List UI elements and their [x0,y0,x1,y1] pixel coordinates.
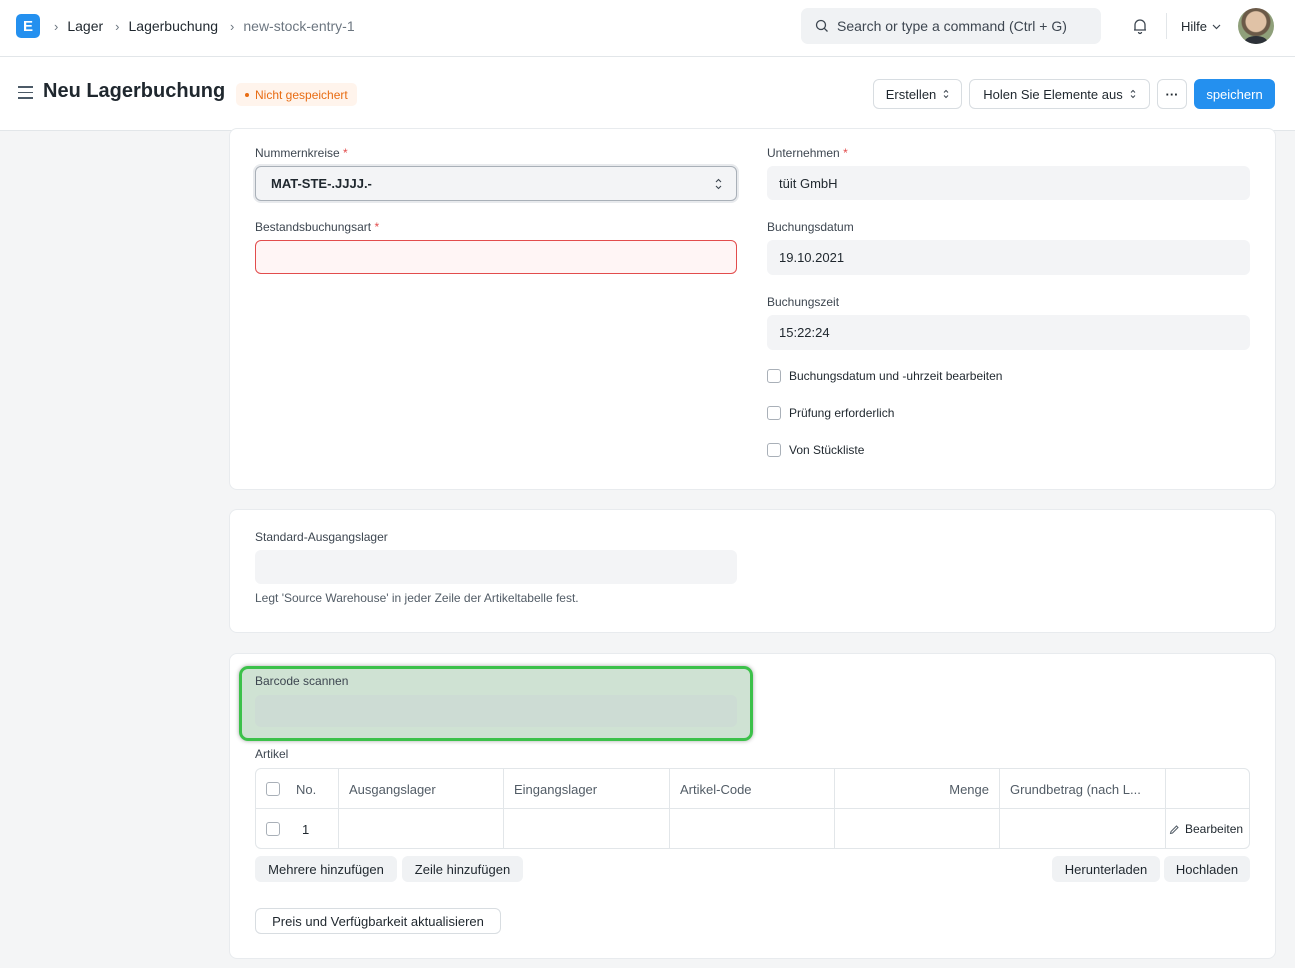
posting-date-input[interactable]: 19.10.2021 [767,240,1250,275]
column-no: No. [286,769,339,809]
row-edit-button[interactable]: Bearbeiten [1169,822,1243,836]
row-source-warehouse[interactable] [339,809,504,849]
breadcrumb-current: new-stock-entry-1 [243,18,355,34]
get-items-label: Holen Sie Elemente aus [983,86,1123,102]
company-label: Unternehmen * [767,146,848,160]
edit-label: Bearbeiten [1185,822,1244,836]
chevron-right-icon: › [54,18,59,34]
page-title: Neu Lagerbuchung [43,80,226,102]
breadcrumb: › Lager › Lagerbuchung › new-stock-entry… [52,18,365,34]
breadcrumb-lager[interactable]: Lager [67,18,103,34]
checkbox-label: Buchungsdatum und -uhrzeit bearbeiten [789,369,1003,383]
user-avatar[interactable] [1238,8,1274,44]
table-header: No. Ausgangslager Eingangslager Artikel-… [256,769,1249,809]
row-basic-rate[interactable] [1000,809,1166,849]
breadcrumb-lagerbuchung[interactable]: Lagerbuchung [129,18,219,34]
get-items-from-button[interactable]: Holen Sie Elemente aus [969,79,1150,109]
help-dropdown[interactable]: Hilfe [1181,19,1221,34]
bell-icon[interactable] [1131,17,1149,35]
barcode-input[interactable] [255,695,737,727]
checkbox-box[interactable] [767,443,781,457]
column-quantity: Menge [835,769,1000,809]
add-multiple-button[interactable]: Mehrere hinzufügen [255,856,397,882]
naming-series-select[interactable]: MAT-STE-.JJJJ.- [255,166,737,201]
download-button[interactable]: Herunterladen [1052,856,1160,882]
search-icon [815,19,828,32]
create-button[interactable]: Erstellen [873,79,962,109]
column-source-warehouse: Ausgangslager [339,769,504,809]
source-warehouse-description: Legt 'Source Warehouse' in jeder Zeile d… [255,591,579,605]
row-actions: Bearbeiten [1166,809,1249,849]
source-warehouse-input[interactable] [255,550,737,584]
row-item-code[interactable] [670,809,835,849]
navbar: E › Lager › Lagerbuchung › new-stock-ent… [0,0,1295,57]
sort-updown-icon [943,89,949,99]
source-warehouse-label: Standard-Ausgangslager [255,530,388,544]
inspection-required-checkbox[interactable]: Prüfung erforderlich [767,406,894,420]
chevron-right-icon: › [115,18,120,34]
posting-time-label: Buchungszeit [767,295,840,309]
create-label: Erstellen [885,86,937,102]
save-button[interactable]: speichern [1194,79,1275,109]
entry-type-input[interactable] [255,240,737,274]
status-badge: Nicht gespeichert [236,83,357,106]
app-logo[interactable]: E [16,14,40,38]
pencil-icon [1169,824,1179,834]
sort-updown-icon [1130,89,1136,99]
items-label: Artikel [255,747,289,761]
naming-series-value: MAT-STE-.JJJJ.- [271,176,372,191]
checkbox-label: Von Stückliste [789,443,865,457]
column-basic-rate: Grundbetrag (nach L... [1000,769,1166,809]
chevron-down-icon [1212,24,1221,29]
upload-button[interactable]: Hochladen [1164,856,1250,882]
row-no: 1 [286,809,339,849]
add-row-button[interactable]: Zeile hinzufügen [402,856,523,882]
sort-updown-icon [715,178,722,190]
edit-posting-datetime-checkbox[interactable]: Buchungsdatum und -uhrzeit bearbeiten [767,369,1002,383]
search-bar[interactable]: Search or type a command (Ctrl + G) [801,8,1101,44]
items-table: No. Ausgangslager Eingangslager Artikel-… [255,768,1250,849]
row-checkbox[interactable] [266,822,280,836]
posting-date-label: Buchungsdatum [767,220,854,234]
posting-time-input[interactable]: 15:22:24 [767,315,1250,350]
more-actions-button[interactable]: ··· [1157,79,1187,109]
entry-type-label: Bestandsbuchungsart * [255,220,380,234]
row-quantity[interactable] [835,809,1000,849]
barcode-label: Barcode scannen [255,674,349,688]
row-select-cell [256,809,286,849]
column-item-code: Artikel-Code [670,769,835,809]
update-rate-availability-button[interactable]: Preis und Verfügbarkeit aktualisieren [255,908,501,934]
navbar-divider [1166,13,1167,39]
table-row[interactable]: 1 Bearbeiten [256,809,1249,849]
checkbox-label: Prüfung erforderlich [789,406,895,420]
sidebar-toggle-icon[interactable] [18,86,33,103]
from-bom-checkbox[interactable]: Von Stückliste [767,443,864,457]
select-all-checkbox[interactable] [266,782,280,796]
search-placeholder: Search or type a command (Ctrl + G) [837,18,1067,34]
help-label: Hilfe [1181,19,1208,34]
checkbox-box[interactable] [767,369,781,383]
chevron-right-icon: › [230,18,235,34]
select-all-cell [256,769,286,809]
checkbox-box[interactable] [767,406,781,420]
row-target-warehouse[interactable] [504,809,670,849]
naming-series-label: Nummernkreise * [255,146,348,160]
page-head: Neu Lagerbuchung Nicht gespeichert Erste… [0,57,1295,131]
column-actions [1166,769,1249,809]
company-input[interactable]: tüit GmbH [767,166,1250,200]
column-target-warehouse: Eingangslager [504,769,670,809]
